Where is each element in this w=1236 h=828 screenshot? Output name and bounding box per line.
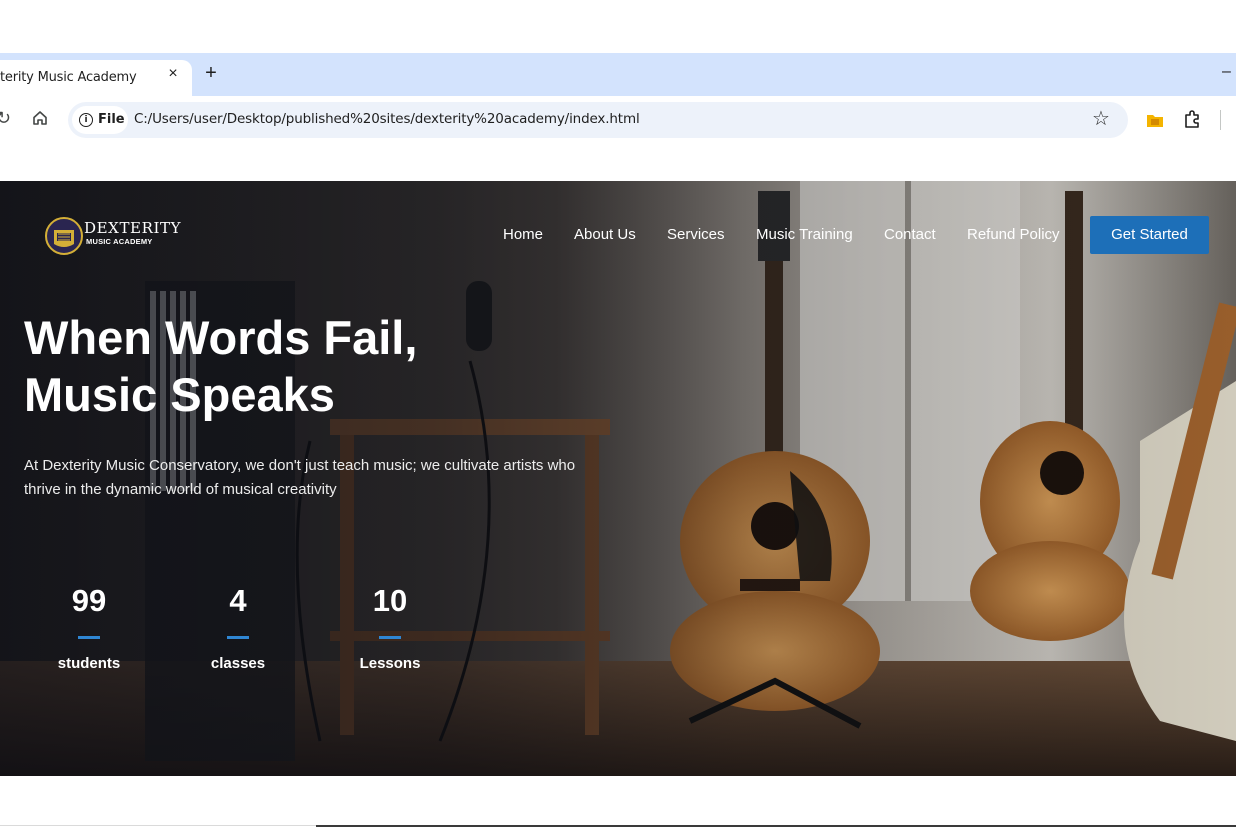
logo-emblem-icon (45, 217, 83, 255)
site-logo[interactable]: DEXTERITY MUSIC ACADEMY (44, 216, 184, 256)
new-tab-icon[interactable]: + (201, 63, 221, 83)
nav-link-contact[interactable]: Contact (884, 226, 936, 243)
site-chip-label: File (98, 112, 125, 127)
stat-underline (379, 636, 401, 639)
logo-subtitle: MUSIC ACADEMY (86, 237, 153, 246)
nav-link-music-training[interactable]: Music Training (756, 226, 853, 243)
hero-section: DEXTERITY MUSIC ACADEMY Home About Us Se… (0, 181, 1236, 776)
browser-tab[interactable]: terity Music Academy × (0, 60, 192, 96)
address-bar[interactable]: i File C:/Users/user/Desktop/published%2… (68, 102, 1128, 138)
hero-headline: When Words Fail, Music Speaks (24, 309, 417, 423)
nav-link-about-us[interactable]: About Us (574, 226, 636, 243)
browser-tabstrip: terity Music Academy × + – (0, 53, 1236, 96)
stat-value: 99 (71, 583, 107, 618)
stat-lessons: 10 Lessons (330, 581, 450, 672)
stat-classes: 4 classes (178, 581, 298, 672)
url-text[interactable]: C:/Users/user/Desktop/published%20sites/… (134, 111, 640, 127)
page-divider-dark (316, 825, 1236, 827)
toolbar-divider (1220, 110, 1221, 130)
nav-link-home[interactable]: Home (503, 226, 543, 243)
browser-toolbar: ↻ i File C:/Users/user/Desktop/published… (0, 96, 1236, 144)
nav-link-services[interactable]: Services (667, 226, 725, 243)
headline-line-1: When Words Fail, (24, 311, 418, 364)
stat-label: students (57, 655, 121, 672)
get-started-button[interactable]: Get Started (1090, 216, 1209, 254)
home-icon[interactable] (32, 110, 48, 126)
site-info-chip[interactable]: i File (72, 106, 128, 134)
stat-value: 10 (372, 583, 408, 618)
extensions-icon[interactable] (1182, 109, 1202, 129)
reload-icon[interactable]: ↻ (0, 108, 12, 128)
stat-underline (78, 636, 100, 639)
tab-title: terity Music Academy (0, 70, 137, 85)
bookmark-star-icon[interactable]: ☆ (1092, 107, 1110, 131)
stat-underline (227, 636, 249, 639)
hero-subtext: At Dexterity Music Conservatory, we don'… (24, 457, 576, 498)
stat-students: 99 students (29, 581, 149, 672)
headline-line-2: Music Speaks (24, 368, 335, 421)
nav-link-refund-policy[interactable]: Refund Policy (967, 226, 1060, 243)
logo-name: DEXTERITY (84, 219, 182, 237)
stat-value: 4 (229, 583, 247, 618)
minimize-icon[interactable]: – (1222, 63, 1231, 81)
stat-label: classes (210, 655, 266, 672)
folder-icon[interactable] (1146, 112, 1164, 128)
info-icon: i (79, 113, 93, 127)
stat-label: Lessons (359, 655, 421, 672)
tab-close-icon[interactable]: × (165, 66, 181, 82)
